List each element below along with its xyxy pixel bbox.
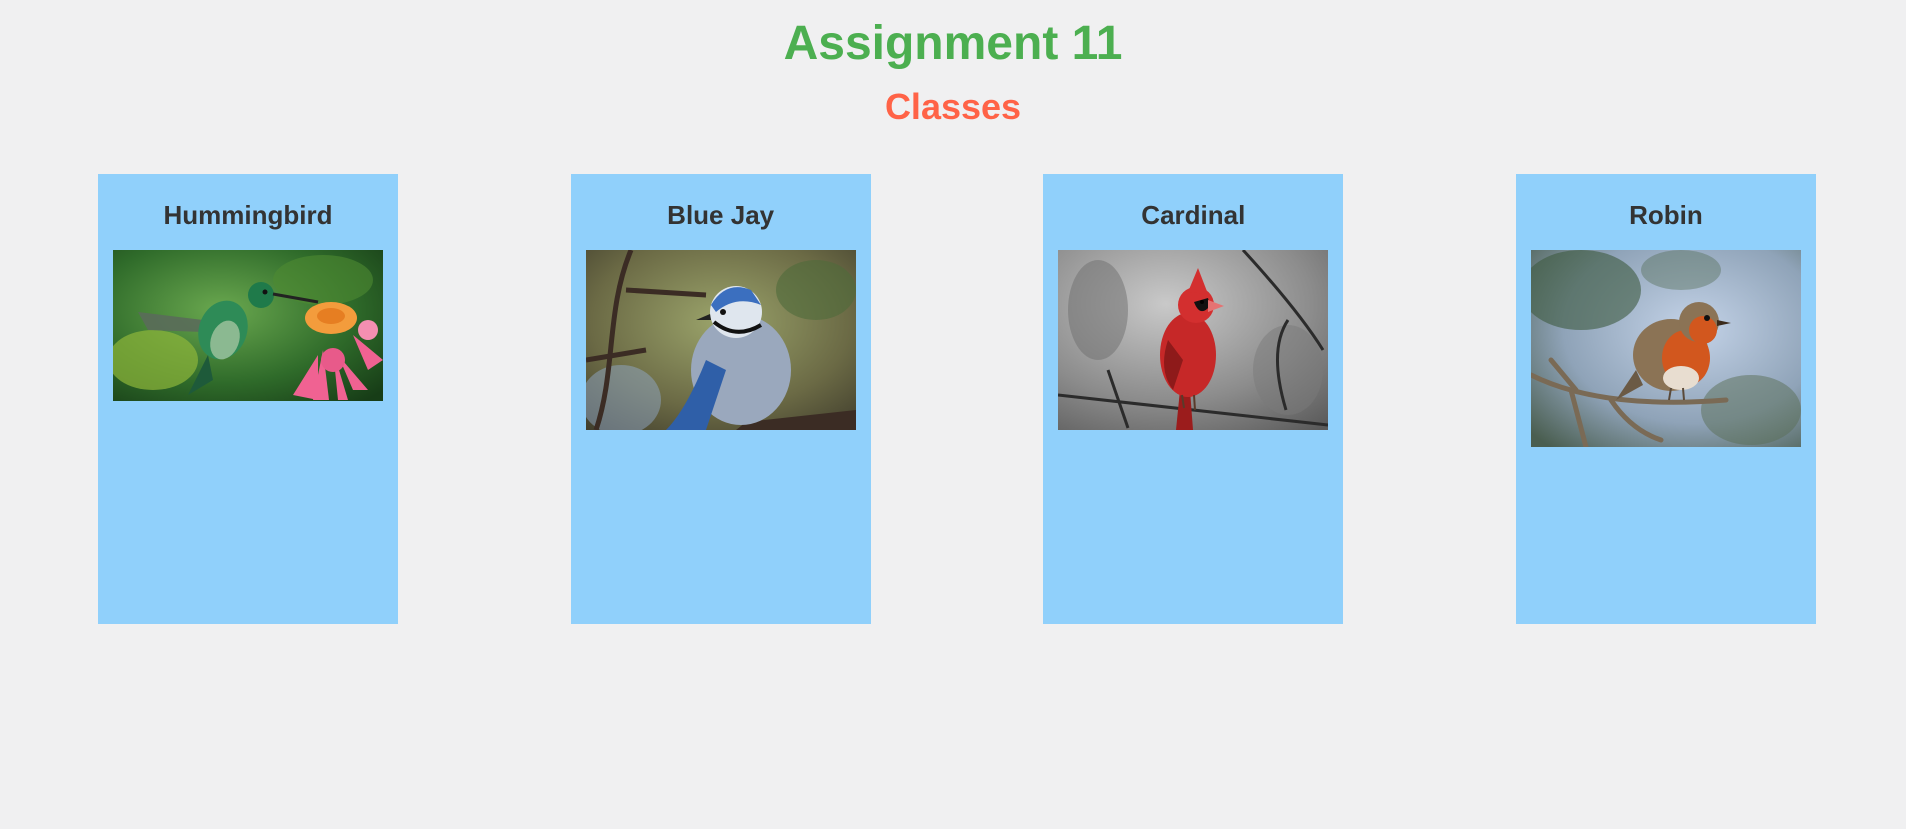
bird-card-hummingbird: Hummingbird: [98, 174, 398, 624]
bird-card-cardinal: Cardinal: [1043, 174, 1344, 624]
card-title: Blue Jay: [667, 200, 775, 230]
bird-card-blue-jay: Blue Jay: [570, 174, 871, 624]
card-title: Hummingbird: [163, 200, 333, 230]
blue-jay-photo: [585, 250, 856, 430]
bird-card-list: Hummingbird Blue Jay Cardinal Robin: [98, 174, 1816, 624]
hummingbird-photo: [113, 250, 383, 401]
card-title: Cardinal: [1141, 200, 1246, 230]
page-title: Assignment 11: [783, 17, 1123, 70]
robin-photo: [1530, 250, 1801, 447]
bird-card-robin: Robin: [1515, 174, 1816, 624]
cardinal-photo: [1058, 250, 1329, 430]
page-subtitle: Classes: [884, 86, 1022, 127]
card-title: Robin: [1629, 200, 1703, 230]
